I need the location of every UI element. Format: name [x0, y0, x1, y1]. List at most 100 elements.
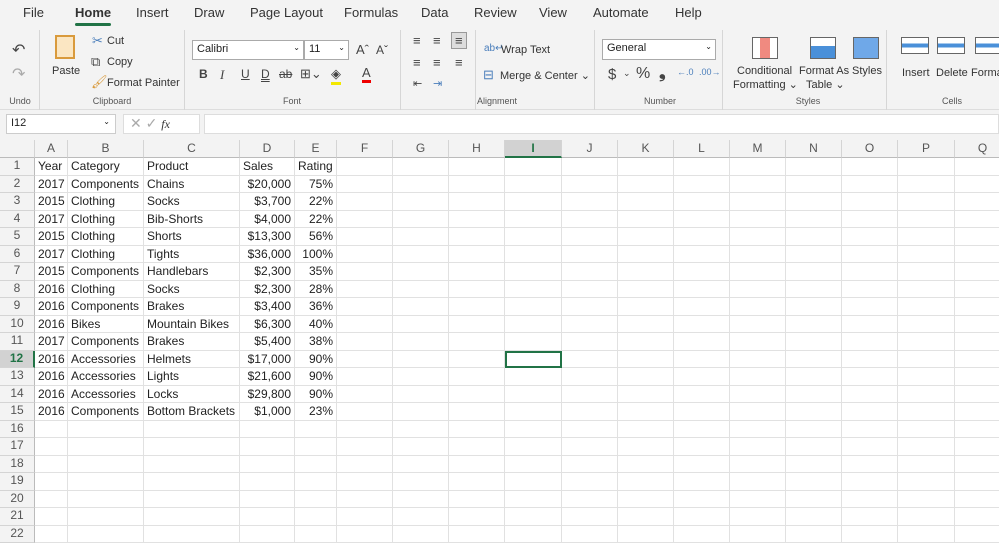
cell-F10[interactable]	[337, 316, 393, 334]
cell-E22[interactable]	[295, 526, 337, 543]
column-header-L[interactable]: L	[674, 140, 730, 158]
cell-K12[interactable]	[618, 351, 674, 369]
cell-H17[interactable]	[449, 438, 505, 456]
cell-E18[interactable]	[295, 456, 337, 474]
cell-Q3[interactable]	[955, 193, 999, 211]
cell-J12[interactable]	[562, 351, 618, 369]
cell-I13[interactable]	[505, 368, 562, 386]
cell-P6[interactable]	[898, 246, 955, 264]
row-header-7[interactable]: 7	[0, 263, 35, 281]
cell-A14[interactable]: 2016	[35, 386, 68, 404]
cell-C7[interactable]: Handlebars	[144, 263, 240, 281]
formula-input[interactable]	[204, 114, 999, 134]
cell-M2[interactable]	[730, 176, 786, 194]
cell-D5[interactable]: $13,300	[240, 228, 295, 246]
cell-Q22[interactable]	[955, 526, 999, 543]
cell-H10[interactable]	[449, 316, 505, 334]
row-header-6[interactable]: 6	[0, 246, 35, 264]
cell-A11[interactable]: 2017	[35, 333, 68, 351]
cell-Q2[interactable]	[955, 176, 999, 194]
cell-A3[interactable]: 2015	[35, 193, 68, 211]
cell-I11[interactable]	[505, 333, 562, 351]
cell-J13[interactable]	[562, 368, 618, 386]
cell-O21[interactable]	[842, 508, 898, 526]
cell-N13[interactable]	[786, 368, 842, 386]
cell-E2[interactable]: 75%	[295, 176, 337, 194]
cell-J10[interactable]	[562, 316, 618, 334]
cell-H8[interactable]	[449, 281, 505, 299]
cell-N12[interactable]	[786, 351, 842, 369]
cell-G11[interactable]	[393, 333, 449, 351]
cell-K10[interactable]	[618, 316, 674, 334]
cell-F1[interactable]	[337, 158, 393, 176]
cell-C21[interactable]	[144, 508, 240, 526]
cell-C13[interactable]: Lights	[144, 368, 240, 386]
cell-K2[interactable]	[618, 176, 674, 194]
cell-P14[interactable]	[898, 386, 955, 404]
cell-L7[interactable]	[674, 263, 730, 281]
cell-L10[interactable]	[674, 316, 730, 334]
cell-H7[interactable]	[449, 263, 505, 281]
cell-L11[interactable]	[674, 333, 730, 351]
cell-H20[interactable]	[449, 491, 505, 509]
cell-D8[interactable]: $2,300	[240, 281, 295, 299]
row-header-19[interactable]: 19	[0, 473, 35, 491]
cell-K7[interactable]	[618, 263, 674, 281]
cell-G2[interactable]	[393, 176, 449, 194]
cell-F11[interactable]	[337, 333, 393, 351]
cell-A22[interactable]	[35, 526, 68, 543]
cell-C11[interactable]: Brakes	[144, 333, 240, 351]
cell-I14[interactable]	[505, 386, 562, 404]
cell-M17[interactable]	[730, 438, 786, 456]
cell-D2[interactable]: $20,000	[240, 176, 295, 194]
increase-decimal-icon[interactable]: ←.0	[677, 67, 694, 77]
cell-A21[interactable]	[35, 508, 68, 526]
cell-B20[interactable]	[68, 491, 144, 509]
tab-draw[interactable]: Draw	[194, 5, 224, 20]
cell-D3[interactable]: $3,700	[240, 193, 295, 211]
cell-N11[interactable]	[786, 333, 842, 351]
cell-P12[interactable]	[898, 351, 955, 369]
underline-button[interactable]: U	[241, 67, 250, 81]
delete-cells-button[interactable]: Delete	[936, 67, 968, 79]
cell-A2[interactable]: 2017	[35, 176, 68, 194]
cell-F9[interactable]	[337, 298, 393, 316]
cell-N4[interactable]	[786, 211, 842, 229]
column-header-I[interactable]: I	[505, 140, 562, 158]
increase-indent-icon[interactable]: ⇥	[433, 77, 442, 90]
cell-L5[interactable]	[674, 228, 730, 246]
cell-L2[interactable]	[674, 176, 730, 194]
cell-K11[interactable]	[618, 333, 674, 351]
borders-icon[interactable]: ⊞⌄	[300, 66, 322, 82]
cell-A13[interactable]: 2016	[35, 368, 68, 386]
cell-O5[interactable]	[842, 228, 898, 246]
cell-I12[interactable]	[505, 351, 562, 369]
cell-Q21[interactable]	[955, 508, 999, 526]
cell-B16[interactable]	[68, 421, 144, 439]
cell-O8[interactable]	[842, 281, 898, 299]
cell-K5[interactable]	[618, 228, 674, 246]
cell-A7[interactable]: 2015	[35, 263, 68, 281]
cell-Q20[interactable]	[955, 491, 999, 509]
cell-J3[interactable]	[562, 193, 618, 211]
cell-I9[interactable]	[505, 298, 562, 316]
cell-D18[interactable]	[240, 456, 295, 474]
cell-F5[interactable]	[337, 228, 393, 246]
row-header-22[interactable]: 22	[0, 526, 35, 543]
cell-F6[interactable]	[337, 246, 393, 264]
cell-C20[interactable]	[144, 491, 240, 509]
cell-B7[interactable]: Components	[68, 263, 144, 281]
cell-J5[interactable]	[562, 228, 618, 246]
cell-P13[interactable]	[898, 368, 955, 386]
cell-P9[interactable]	[898, 298, 955, 316]
cell-F16[interactable]	[337, 421, 393, 439]
cell-B13[interactable]: Accessories	[68, 368, 144, 386]
cell-N2[interactable]	[786, 176, 842, 194]
row-header-8[interactable]: 8	[0, 281, 35, 299]
undo-icon[interactable]: ↶	[12, 40, 25, 60]
cell-M21[interactable]	[730, 508, 786, 526]
cell-P21[interactable]	[898, 508, 955, 526]
cell-P4[interactable]	[898, 211, 955, 229]
cell-K17[interactable]	[618, 438, 674, 456]
percent-button[interactable]: %	[636, 65, 650, 83]
